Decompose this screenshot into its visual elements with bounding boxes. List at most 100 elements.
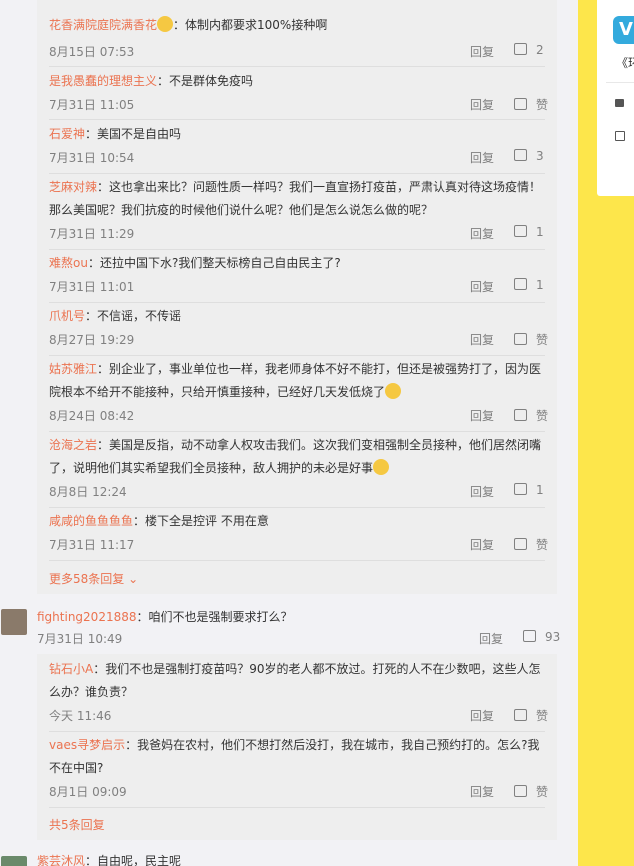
like-button[interactable]: 3: [514, 149, 544, 163]
reply-text: ：不信谣，不传谣: [85, 309, 182, 323]
like-count: 93: [545, 630, 561, 644]
thumb-up-icon: [514, 785, 527, 797]
sidebar-title[interactable]: 《环: [616, 54, 634, 71]
emoji-icon: [385, 383, 402, 399]
reply-text-cont: 了，说明他们其实希望我们全员接种，敌人拥护的未必是好事: [49, 461, 374, 475]
emoji-icon: [373, 459, 390, 475]
thumb-up-icon: [523, 630, 536, 642]
reply-user[interactable]: 花香满院庭院满香花: [49, 18, 157, 32]
like-count: 1: [536, 278, 544, 292]
like-button[interactable]: 赞: [514, 407, 548, 424]
reply-user[interactable]: 石爱神: [49, 127, 85, 141]
reply-button[interactable]: 回复: [470, 96, 494, 113]
reply-button[interactable]: 回复: [470, 536, 494, 553]
thumb-up-icon: [514, 333, 527, 345]
more-replies-link[interactable]: 更多58条回复 ⌄: [49, 570, 138, 587]
reply-user[interactable]: 难熬ou: [49, 256, 88, 270]
comment-reply-button[interactable]: 回复: [479, 630, 503, 647]
avatar[interactable]: [1, 856, 27, 866]
reply-button[interactable]: 回复: [470, 331, 494, 348]
reply-text: ：楼下全是控评 不用在意: [133, 514, 269, 528]
thumb-up-icon: [514, 225, 527, 237]
reply-text-cont: 那么美国呢？我们抗疫的时候他们说什么呢？他们是怎么说怎么做的呢？: [49, 203, 434, 217]
like-count: 赞: [536, 98, 549, 112]
reply-time: 7月31日 11:29: [49, 227, 135, 241]
reply-button[interactable]: 回复: [470, 407, 494, 424]
reply-text: ：这也拿出来比？问题性质一样吗？我们一直宣扬打疫苗，严肃认真对待这场疫情！: [97, 180, 542, 194]
reply-user[interactable]: 钻石小A: [49, 662, 93, 676]
comment-time: 7月31日 10:49: [37, 632, 123, 646]
avatar[interactable]: [1, 609, 27, 635]
like-count: 1: [536, 483, 544, 497]
reply-user[interactable]: 咸咸的鱼鱼鱼鱼: [49, 514, 133, 528]
reply-text-cont: 院根本不给开不能接种，只给开慎重接种，已经好几天发低烧了: [49, 385, 386, 399]
reply-time: 7月31日 11:17: [49, 538, 135, 552]
reply-button[interactable]: 回复: [470, 149, 494, 166]
reply-item: 姑苏雅江：别企业了，事业单位也一样，我老师身体不好不能打，但还是被强势打了，因为…: [49, 358, 548, 432]
like-count: 2: [536, 43, 544, 57]
reply-time: 8月24日 08:42: [49, 409, 135, 423]
reply-text-cont: 么办？谁负责？: [49, 685, 134, 699]
all-replies-link[interactable]: 共5条回复: [49, 816, 105, 833]
comment-user[interactable]: 紫芸沐风: [37, 854, 85, 866]
like-count: 赞: [536, 409, 549, 423]
reply-text: ：我们不也是强制打疫苗吗？90岁的老人都不放过。打死的人不在少数吧，这些人怎: [93, 662, 541, 676]
thumb-up-icon: [514, 98, 527, 110]
reply-item: 芝麻对辣：这也拿出来比？问题性质一样吗？我们一直宣扬打疫苗，严肃认真对待这场疫情…: [49, 176, 545, 250]
edit-icon[interactable]: [615, 131, 625, 141]
reply-item: 石爱神：美国不是自由吗 7月31日 10:54 回复 3: [49, 123, 545, 174]
like-count: 赞: [536, 333, 549, 347]
thumb-up-icon: [514, 709, 527, 721]
like-button[interactable]: 赞: [514, 783, 548, 800]
reply-user[interactable]: vaes寻梦启示: [49, 738, 125, 752]
like-button[interactable]: 赞: [514, 707, 548, 724]
comment-like-button[interactable]: 93: [523, 630, 560, 644]
reply-time: 今天 11:46: [49, 709, 112, 723]
reply-button[interactable]: 回复: [470, 707, 494, 724]
sidebar-logo[interactable]: V: [613, 16, 634, 44]
reply-button[interactable]: 回复: [470, 278, 494, 295]
reply-item: 钻石小A：我们不也是强制打疫苗吗？90岁的老人都不放过。打死的人不在少数吧，这些…: [49, 658, 548, 732]
reply-user[interactable]: 是我愚蠢的理想主义: [49, 74, 157, 88]
reply-time: 8月8日 12:24: [49, 485, 127, 499]
reply-item: vaes寻梦启示：我爸妈在农村，他们不想打然后没打，我在城市，我自己预约打的。怎…: [49, 734, 548, 808]
reply-text: ：不是群体免疫吗: [157, 74, 254, 88]
like-count: 赞: [536, 785, 549, 799]
like-button[interactable]: 赞: [514, 96, 548, 113]
reply-button[interactable]: 回复: [470, 783, 494, 800]
reply-time: 8月15日 07:53: [49, 45, 135, 59]
reply-button[interactable]: 回复: [470, 225, 494, 242]
comment-line: fighting2021888：咱们不也是强制要求打么？: [37, 608, 293, 625]
reply-user[interactable]: 沧海之岩: [49, 438, 97, 452]
reply-user[interactable]: 姑苏雅江: [49, 362, 97, 376]
reply-text: ：体制内都要求100%接种啊: [173, 18, 328, 32]
reply-item: 是我愚蠢的理想主义：不是群体免疫吗 7月31日 11:05 回复 赞: [49, 70, 548, 120]
thumb-up-icon: [514, 149, 527, 161]
reply-text: ：还拉中国下水?我们整天标榜自己自由民主了?: [87, 256, 341, 270]
reply-user[interactable]: 爪机号: [49, 309, 85, 323]
comment-user[interactable]: fighting2021888: [37, 610, 137, 624]
like-button[interactable]: 1: [514, 278, 544, 292]
reply-text: ：美国是反指，动不动拿人权攻击我们。这次我们变相强制全员接种，他们居然闭嘴: [97, 438, 542, 452]
thumb-up-icon: [514, 483, 527, 495]
like-button[interactable]: 1: [514, 483, 544, 497]
bag-icon[interactable]: [615, 99, 624, 107]
like-button[interactable]: 赞: [514, 331, 548, 348]
like-count: 赞: [536, 538, 549, 552]
thumb-up-icon: [514, 409, 527, 421]
reply-time: 7月31日 11:05: [49, 98, 135, 112]
like-button[interactable]: 2: [514, 43, 544, 57]
reply-text-cont: 不在中国?: [49, 761, 104, 775]
reply-text: ：美国不是自由吗: [85, 127, 182, 141]
like-button[interactable]: 赞: [514, 536, 548, 553]
reply-item: 爪机号：不信谣，不传谣 8月27日 19:29 回复 赞: [49, 305, 548, 356]
like-button[interactable]: 1: [514, 225, 544, 239]
thumb-up-icon: [514, 278, 527, 290]
thumb-up-icon: [514, 43, 527, 55]
reply-button[interactable]: 回复: [470, 483, 494, 500]
reply-user[interactable]: 芝麻对辣: [49, 180, 97, 194]
reply-button[interactable]: 回复: [470, 43, 494, 60]
thumb-up-icon: [514, 538, 527, 550]
like-count: 1: [536, 225, 544, 239]
comment-text: ：自由呢，民主呢: [85, 854, 182, 866]
